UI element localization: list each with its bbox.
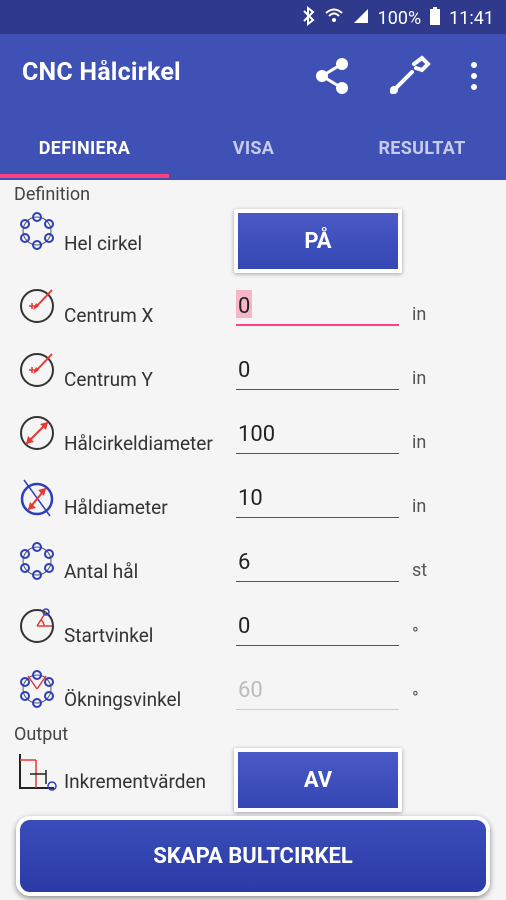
tab-resultat[interactable]: RESULTAT <box>338 116 506 180</box>
center-y-label: Centrum Y <box>64 368 153 391</box>
hole-diameter-unit: in <box>412 496 427 517</box>
overflow-menu-button[interactable] <box>462 56 486 96</box>
bolt-diameter-input[interactable]: 100 <box>236 408 399 454</box>
center-x-unit: in <box>412 304 427 325</box>
tab-bar: DEFINIERA VISA RESULTAT <box>0 116 506 180</box>
center-x-value: 0 <box>238 294 251 319</box>
signal-icon <box>352 7 370 30</box>
increment-angle-value: 60 <box>238 678 263 703</box>
center-y-row: Centrum Y 0 in <box>0 344 506 408</box>
increment-angle-underline <box>236 709 399 710</box>
hole-diameter-underline <box>236 517 399 518</box>
section-output: Output <box>14 724 69 745</box>
tab-indicator <box>0 174 169 178</box>
holes-unit: st <box>412 560 428 581</box>
increment-angle-row: Ökningsvinkel 60 ° <box>0 664 506 728</box>
bluetooth-icon <box>302 5 316 31</box>
center-x-row: Centrum X 0 in <box>0 280 506 344</box>
hole-diameter-label: Håldiameter <box>64 496 168 519</box>
create-bolt-circle-button[interactable]: SKAPA BULTCIRKEL <box>16 816 490 896</box>
center-x-label: Centrum X <box>64 304 154 327</box>
full-circle-toggle[interactable]: PÅ <box>234 209 402 273</box>
bolt-diameter-row: Hålcirkeldiameter 100 in <box>0 408 506 472</box>
center-y-value: 0 <box>238 358 251 383</box>
increment-angle-input: 60 <box>236 664 399 710</box>
incremental-toggle[interactable]: AV <box>234 748 402 812</box>
center-y-input[interactable]: 0 <box>236 344 399 390</box>
hole-diameter-value: 10 <box>238 486 263 511</box>
increment-angle-icon <box>20 670 54 708</box>
increment-angle-label: Ökningsvinkel <box>64 688 182 711</box>
tab-visa[interactable]: VISA <box>169 116 338 180</box>
wifi-icon <box>324 7 344 30</box>
holes-value: 6 <box>238 550 251 575</box>
center-y-icon <box>20 353 54 387</box>
start-angle-row: Startvinkel 0 ° <box>0 600 506 664</box>
more-vert-icon <box>471 62 477 90</box>
start-angle-unit: ° <box>412 624 419 645</box>
center-y-unit: in <box>412 368 427 389</box>
center-x-input[interactable]: 0 <box>236 280 399 326</box>
full-circle-label: Hel cirkel <box>64 232 143 255</box>
holes-row: Antal hål 6 st <box>0 536 506 600</box>
start-angle-label: Startvinkel <box>64 624 154 647</box>
battery-icon <box>429 6 441 31</box>
wrench-icon <box>390 55 431 94</box>
bolt-diameter-unit: in <box>412 432 427 453</box>
start-angle-icon <box>20 608 54 643</box>
status-bar: 100% 11:41 <box>0 0 506 34</box>
bolt-diameter-icon <box>20 416 54 450</box>
settings-button[interactable] <box>384 52 434 102</box>
start-angle-underline <box>236 645 399 646</box>
start-angle-value: 0 <box>238 614 251 639</box>
center-x-underline <box>236 324 399 326</box>
start-angle-input[interactable]: 0 <box>236 600 399 646</box>
hole-diameter-icon <box>20 479 54 517</box>
battery-percent: 100% <box>377 8 422 29</box>
holes-label: Antal hål <box>64 560 139 583</box>
share-icon <box>316 58 348 94</box>
holes-underline <box>236 581 399 582</box>
share-button[interactable] <box>310 54 354 98</box>
center-y-underline <box>236 389 399 390</box>
definition-form: Definition Hel cirkel PÅ Centrum X 0 in <box>0 180 506 900</box>
hole-diameter-row: Håldiameter 10 in <box>0 472 506 536</box>
center-x-icon <box>20 289 54 323</box>
clock: 11:41 <box>449 8 494 29</box>
incremental-coordinates-icon <box>19 754 57 791</box>
increment-angle-unit: ° <box>412 688 419 709</box>
number-of-holes-icon <box>20 542 54 580</box>
bolt-diameter-value: 100 <box>238 422 276 447</box>
section-definition: Definition <box>14 184 91 205</box>
bolt-diameter-underline <box>236 453 399 454</box>
incremental-label: Inkrementvärden <box>64 770 207 793</box>
hole-circle-icon <box>20 212 54 250</box>
app-bar: CNC Hålcirkel <box>0 34 506 116</box>
bolt-diameter-label: Hålcirkeldiameter <box>64 432 213 455</box>
tab-definiera[interactable]: DEFINIERA <box>0 116 169 180</box>
app-title: CNC Hålcirkel <box>22 58 181 87</box>
holes-input[interactable]: 6 <box>236 536 399 582</box>
hole-diameter-input[interactable]: 10 <box>236 472 399 518</box>
